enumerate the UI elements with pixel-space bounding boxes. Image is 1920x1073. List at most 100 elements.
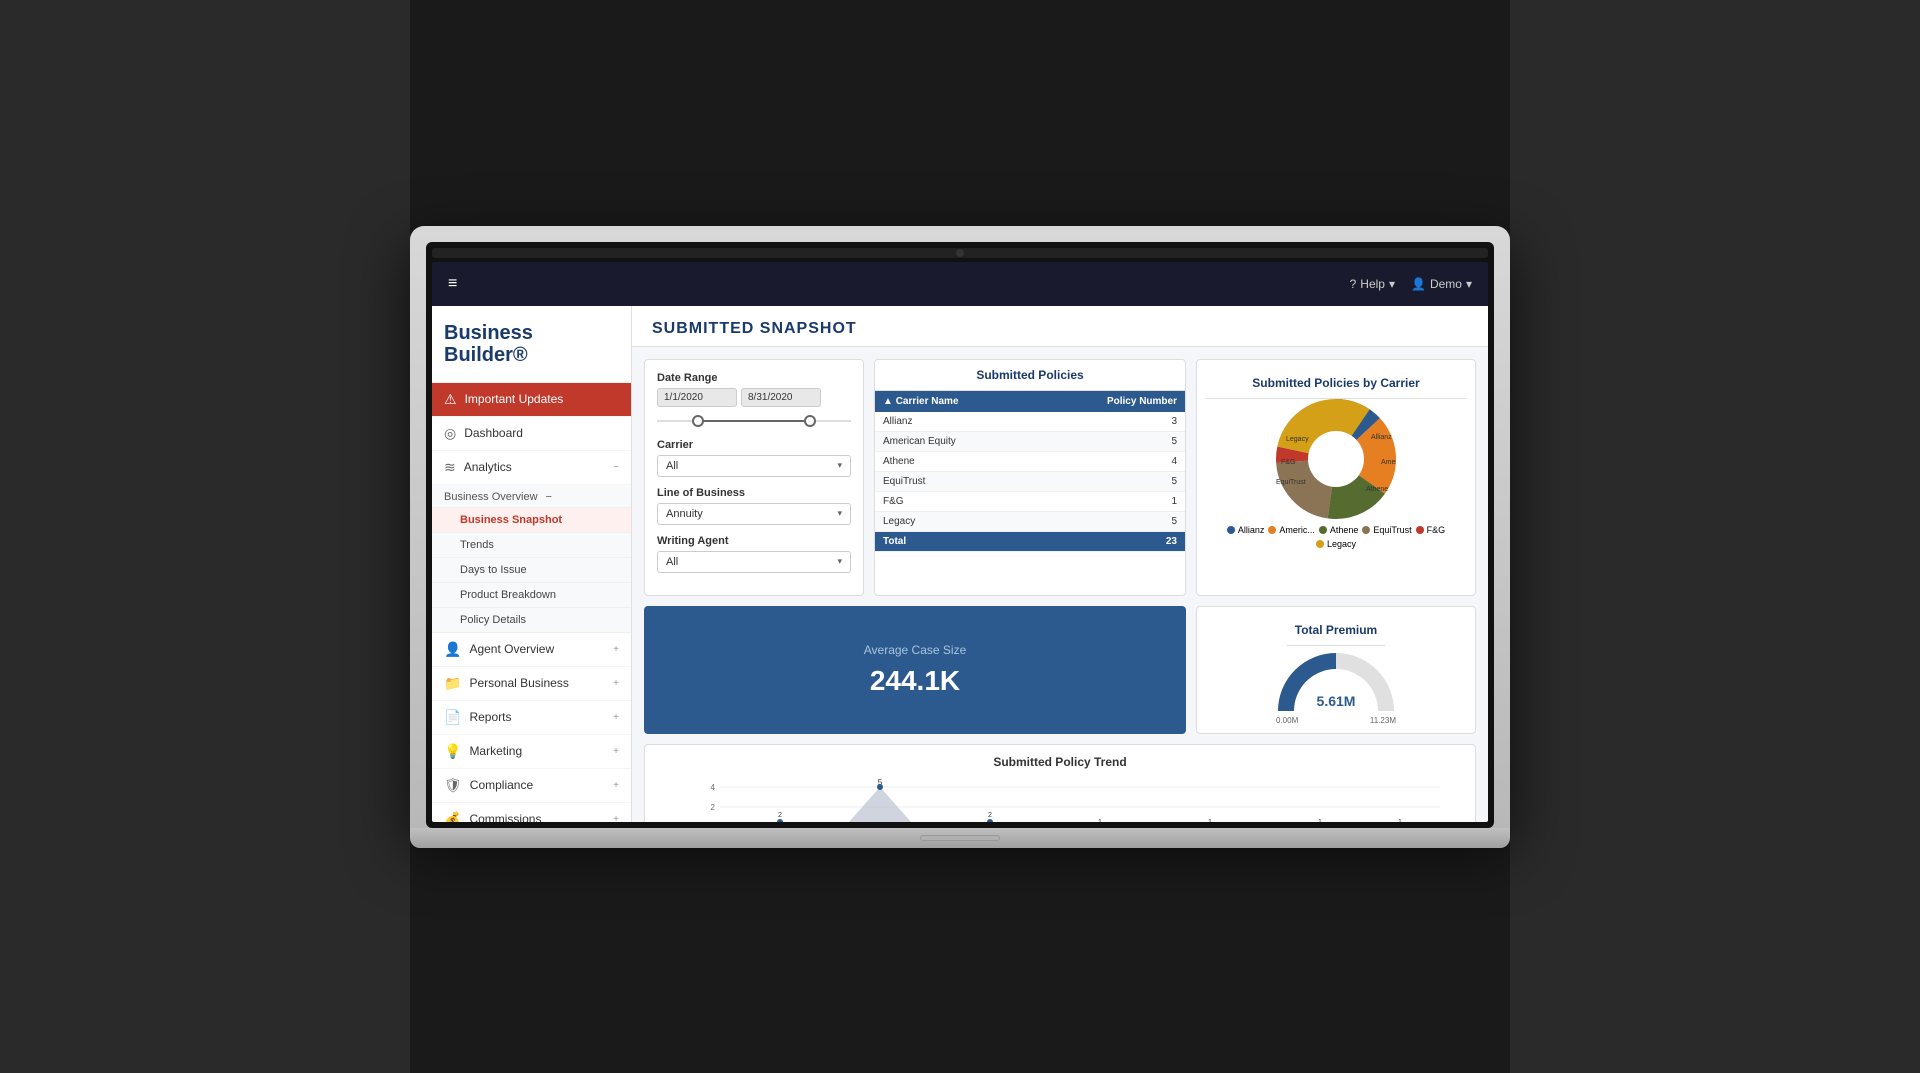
compliance-label: Compliance bbox=[470, 778, 533, 792]
svg-text:2: 2 bbox=[778, 812, 782, 819]
sidebar-item-product-breakdown[interactable]: Product Breakdown bbox=[432, 583, 631, 608]
carrier-cell: Allianz bbox=[875, 412, 1035, 432]
business-overview-section: Business Overview − Business Snapshot Tr… bbox=[432, 485, 631, 633]
svg-text:Athene: Athene bbox=[1366, 486, 1388, 493]
sidebar-item-agent-overview[interactable]: 👤 Agent Overview + bbox=[432, 633, 631, 667]
total-count-cell: 23 bbox=[1035, 531, 1185, 551]
days-to-issue-label: Days to Issue bbox=[460, 564, 527, 576]
sidebar-item-policy-details[interactable]: Policy Details bbox=[432, 608, 631, 633]
lob-chevron: ▾ bbox=[837, 508, 842, 519]
sidebar-item-analytics[interactable]: ≋ Analytics − bbox=[432, 451, 631, 485]
sidebar-item-trends[interactable]: Trends bbox=[432, 533, 631, 558]
count-cell: 4 bbox=[1035, 451, 1185, 471]
gauge-max: 11.23M bbox=[1370, 716, 1396, 725]
dashboard-icon: ◎ bbox=[444, 425, 456, 442]
sidebar-item-dashboard[interactable]: ◎ Dashboard bbox=[432, 417, 631, 451]
personal-business-icon: 📁 bbox=[444, 675, 461, 692]
sidebar-item-important-updates[interactable]: ⚠ Important Updates bbox=[432, 383, 631, 417]
svg-text:5.61M: 5.61M bbox=[1317, 693, 1356, 709]
slider-thumb-right[interactable] bbox=[804, 415, 816, 427]
business-overview-header: Business Overview − bbox=[432, 485, 631, 508]
sidebar-menu: ⚠ Important Updates ◎ Dashboard bbox=[432, 383, 631, 822]
personal-business-label: Personal Business bbox=[469, 676, 568, 690]
main-content: SUBMITTED SNAPSHOT Date Range bbox=[632, 306, 1488, 822]
warning-icon: ⚠ bbox=[444, 391, 457, 408]
writing-agent-label: Writing Agent bbox=[657, 535, 851, 547]
trends-label: Trends bbox=[460, 539, 494, 551]
line-of-business-value: Annuity bbox=[666, 508, 703, 520]
trend-chart-svg: 4 2 2 5 bbox=[655, 777, 1465, 822]
pie-chart-container: Allianz American Equity Athene F&G EquiT… bbox=[1205, 399, 1467, 549]
agent-overview-label: Agent Overview bbox=[469, 642, 554, 656]
help-icon: ? bbox=[1350, 277, 1357, 291]
count-cell: 5 bbox=[1035, 511, 1185, 531]
commissions-expand-icon: + bbox=[613, 814, 619, 822]
marketing-label: Marketing bbox=[469, 744, 522, 758]
carrier-select[interactable]: All ▾ bbox=[657, 455, 851, 477]
trend-peak bbox=[840, 787, 920, 822]
analytics-icon: ≋ bbox=[444, 459, 456, 476]
svg-text:1: 1 bbox=[1208, 819, 1212, 822]
pie-chart-svg: Allianz American Equity Athene F&G EquiT… bbox=[1276, 399, 1396, 519]
business-snapshot-label: Business Snapshot bbox=[460, 514, 562, 526]
trend-title: Submitted Policy Trend bbox=[655, 755, 1465, 769]
sidebar-label-analytics: Analytics bbox=[464, 460, 512, 474]
col-policy-header[interactable]: Policy Number bbox=[1035, 391, 1185, 412]
policy-details-label: Policy Details bbox=[460, 614, 526, 626]
user-icon: 👤 bbox=[1411, 277, 1426, 291]
reports-expand-icon: + bbox=[613, 712, 619, 723]
table-total-row: Total23 bbox=[875, 531, 1185, 551]
gauge-labels: 0.00M 11.23M bbox=[1276, 716, 1396, 725]
commissions-label: Commissions bbox=[469, 812, 541, 822]
sidebar-item-personal-business[interactable]: 📁 Personal Business + bbox=[432, 667, 631, 701]
col-carrier-header[interactable]: ▲ Carrier Name bbox=[875, 391, 1035, 412]
svg-text:EquiTrust: EquiTrust bbox=[1276, 479, 1306, 486]
commissions-icon: 💰 bbox=[444, 811, 461, 822]
date-start-input[interactable]: 1/1/2020 bbox=[657, 388, 737, 407]
hamburger-icon[interactable]: ≡ bbox=[448, 275, 457, 293]
table-row: EquiTrust5 bbox=[875, 471, 1185, 491]
pie-chart-panel: Submitted Policies by Carrier bbox=[1196, 359, 1476, 596]
carrier-cell: Legacy bbox=[875, 511, 1035, 531]
line-of-business-select[interactable]: Annuity ▾ bbox=[657, 503, 851, 525]
carrier-label: Carrier bbox=[657, 439, 851, 451]
count-cell: 5 bbox=[1035, 431, 1185, 451]
pie-legend: Allianz Americ... bbox=[1205, 525, 1467, 549]
policy-table: ▲ Carrier Name Policy Number bbox=[875, 391, 1185, 552]
carrier-cell: American Equity bbox=[875, 431, 1035, 451]
sidebar-item-business-snapshot[interactable]: Business Snapshot bbox=[432, 508, 631, 533]
svg-text:Legacy: Legacy bbox=[1286, 436, 1309, 443]
date-end-input[interactable]: 8/31/2020 bbox=[741, 388, 821, 407]
slider-thumb-left[interactable] bbox=[692, 415, 704, 427]
sidebar-item-reports[interactable]: 📄 Reports + bbox=[432, 701, 631, 735]
legend-equitrust: EquiTrust bbox=[1362, 525, 1411, 535]
svg-text:2: 2 bbox=[711, 803, 716, 812]
svg-text:2: 2 bbox=[988, 812, 992, 819]
table-row: F&G1 bbox=[875, 491, 1185, 511]
business-overview-label: Business Overview bbox=[444, 491, 538, 503]
compliance-icon: 🛡 bbox=[444, 777, 462, 794]
help-button[interactable]: ? Help ▾ bbox=[1350, 277, 1395, 291]
sidebar-item-compliance[interactable]: 🛡 Compliance + bbox=[432, 769, 631, 803]
writing-agent-value: All bbox=[666, 556, 678, 568]
gauge-container: 5.61M bbox=[1276, 646, 1396, 716]
page-title: SUBMITTED SNAPSHOT bbox=[632, 306, 1488, 347]
total-premium-title: Total Premium bbox=[1287, 615, 1385, 646]
table-row: American Equity5 bbox=[875, 431, 1185, 451]
sidebar-label-important-updates: Important Updates bbox=[465, 392, 564, 406]
product-breakdown-label: Product Breakdown bbox=[460, 589, 556, 601]
sidebar-item-commissions[interactable]: 💰 Commissions + bbox=[432, 803, 631, 822]
count-cell: 5 bbox=[1035, 471, 1185, 491]
svg-text:1: 1 bbox=[1318, 819, 1322, 822]
demo-button[interactable]: 👤 Demo ▾ bbox=[1411, 277, 1472, 291]
svg-text:4: 4 bbox=[711, 783, 716, 792]
sidebar-item-days-to-issue[interactable]: Days to Issue bbox=[432, 558, 631, 583]
legend-allianz: Allianz bbox=[1227, 525, 1265, 535]
marketing-icon: 💡 bbox=[444, 743, 461, 760]
date-slider[interactable] bbox=[657, 413, 851, 429]
writing-agent-chevron: ▾ bbox=[837, 556, 842, 567]
sidebar-item-marketing[interactable]: 💡 Marketing + bbox=[432, 735, 631, 769]
table-row: Allianz3 bbox=[875, 412, 1185, 432]
trend-panel: Submitted Policy Trend 4 bbox=[644, 744, 1476, 822]
writing-agent-select[interactable]: All ▾ bbox=[657, 551, 851, 573]
